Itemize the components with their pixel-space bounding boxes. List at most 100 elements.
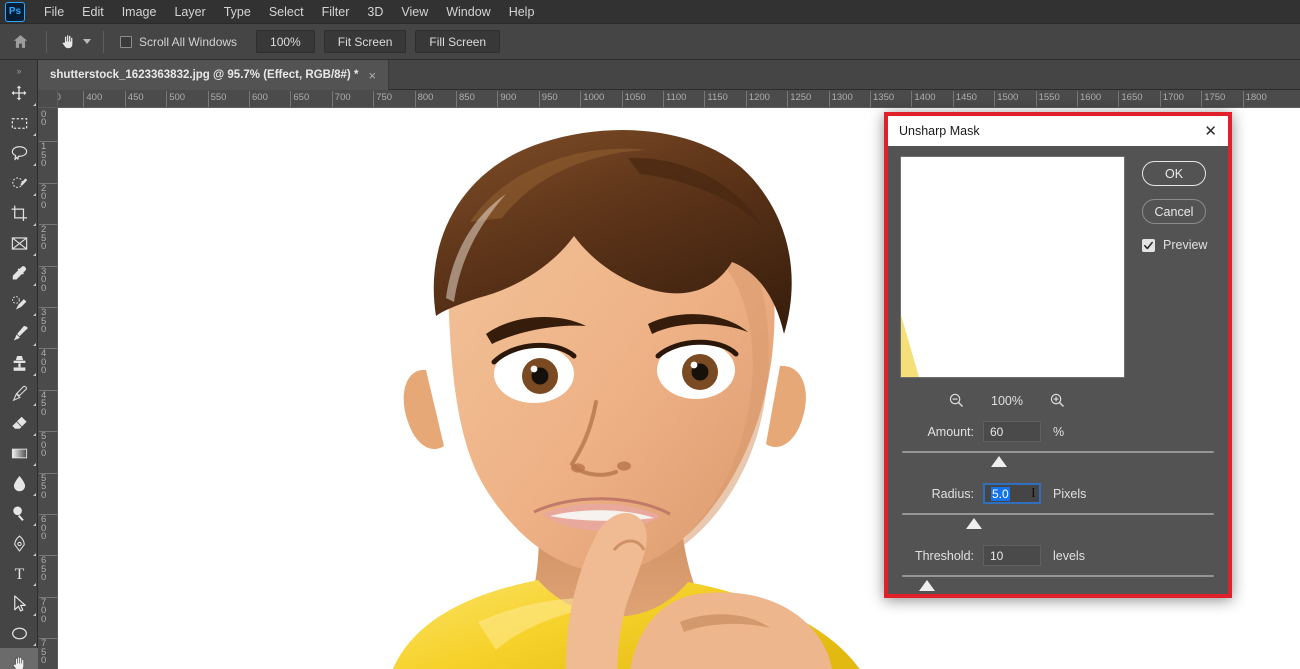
spot-healing-icon (10, 294, 29, 313)
menu-type[interactable]: Type (215, 2, 260, 22)
dodge-icon (10, 504, 29, 523)
tool-blur[interactable] (0, 468, 38, 498)
tool-path-selection[interactable] (0, 588, 38, 618)
tool-crop[interactable] (0, 198, 38, 228)
zoom-in-icon[interactable] (1049, 392, 1066, 409)
tool-clone-stamp[interactable] (0, 348, 38, 378)
tool-gradient[interactable] (0, 438, 38, 468)
scroll-all-windows-checkbox[interactable]: Scroll All Windows (110, 35, 247, 49)
tool-healing-brush[interactable] (0, 288, 38, 318)
tool-hand[interactable] (0, 648, 38, 669)
tool-brush[interactable] (0, 318, 38, 348)
horizontal-ruler[interactable]: 3504004505005506006507007508008509009501… (58, 90, 1300, 108)
document-tab[interactable]: shutterstock_1623363832.jpg @ 95.7% (Eff… (38, 60, 389, 90)
tool-quick-selection[interactable] (0, 168, 38, 198)
tool-type[interactable]: T (0, 558, 38, 588)
menu-view[interactable]: View (392, 2, 437, 22)
menu-layer[interactable]: Layer (165, 2, 214, 22)
tool-flyout-corner (33, 193, 36, 196)
radius-unit: Pixels (1053, 487, 1086, 501)
tool-flyout-corner (33, 163, 36, 166)
dialog-body: OK Cancel Preview (888, 146, 1228, 594)
threshold-label: Threshold: (902, 549, 974, 563)
current-tool-chip[interactable] (53, 28, 97, 56)
preview-checkbox[interactable]: Preview (1142, 238, 1216, 252)
ruler-tick-line (829, 91, 830, 108)
threshold-input[interactable]: 10 (983, 545, 1041, 566)
tool-flyout-corner (33, 133, 36, 136)
tool-flyout-corner (33, 343, 36, 346)
tool-frame[interactable] (0, 228, 38, 258)
tool-flyout-corner (33, 373, 36, 376)
ruler-tick-line (1077, 91, 1078, 108)
tool-ellipse[interactable] (0, 618, 38, 648)
ellipse-icon (10, 624, 29, 643)
ruler-tick-line (1160, 91, 1161, 108)
tool-move[interactable] (0, 78, 38, 108)
radius-input[interactable]: 5.0 I (983, 483, 1041, 504)
tool-marquee[interactable] (0, 108, 38, 138)
ruler-tick-line (1201, 91, 1202, 108)
preview-shirt-corner (901, 315, 919, 377)
zoom-100-button[interactable]: 100% (256, 30, 315, 53)
close-icon[interactable]: ✕ (1202, 124, 1219, 139)
cancel-button[interactable]: Cancel (1142, 199, 1206, 224)
tool-flyout-corner (33, 493, 36, 496)
ruler-tick-label: 1750 (1204, 92, 1225, 103)
menu-filter[interactable]: Filter (313, 2, 359, 22)
photoshop-logo-icon: Ps (5, 2, 25, 22)
menu-select[interactable]: Select (260, 2, 313, 22)
tool-flyout-corner (33, 583, 36, 586)
ruler-tick-label: 900 (500, 92, 516, 103)
ruler-tick-line (1118, 91, 1119, 108)
menu-3d[interactable]: 3D (358, 2, 392, 22)
vertical-ruler[interactable]: 1001502002503003504004505005506006507007… (38, 108, 58, 669)
dialog-title-bar[interactable]: Unsharp Mask ✕ (888, 116, 1228, 146)
radius-slider[interactable] (902, 513, 1214, 533)
filter-preview-thumbnail[interactable] (900, 156, 1125, 378)
ruler-tick-label: 650 (293, 92, 309, 103)
zoom-out-icon[interactable] (948, 392, 965, 409)
threshold-slider[interactable] (902, 575, 1214, 595)
ruler-tick-line (1243, 91, 1244, 108)
menu-edit[interactable]: Edit (73, 2, 113, 22)
home-button[interactable] (0, 24, 40, 60)
amount-input[interactable]: 60 (983, 421, 1041, 442)
amount-slider[interactable] (902, 451, 1214, 471)
ruler-tick-line (539, 91, 540, 108)
ruler-tick-label: 1450 (956, 92, 977, 103)
ok-button[interactable]: OK (1142, 161, 1206, 186)
threshold-unit: levels (1053, 549, 1085, 563)
ruler-tick-line (166, 91, 167, 108)
tool-flyout-corner (33, 313, 36, 316)
toolbar-grip[interactable]: » (0, 64, 37, 78)
ruler-tick-label: 750 (41, 640, 50, 666)
chevron-down-icon[interactable] (83, 39, 91, 44)
menu-file[interactable]: File (35, 2, 73, 22)
tool-history-brush[interactable] (0, 378, 38, 408)
ruler-tick-label: 600 (41, 516, 50, 542)
ruler-tick-label: 700 (335, 92, 351, 103)
tool-lasso[interactable] (0, 138, 38, 168)
ruler-tick-label: 1000 (583, 92, 604, 103)
ruler-tick-line (622, 91, 623, 108)
tool-eraser[interactable] (0, 408, 38, 438)
menu-window[interactable]: Window (437, 2, 499, 22)
ruler-tick-label: 1650 (1121, 92, 1142, 103)
slider-thumb[interactable] (966, 518, 982, 529)
slider-track (902, 451, 1214, 453)
artwork-cartoon-portrait (328, 108, 888, 669)
fill-screen-button[interactable]: Fill Screen (415, 30, 500, 53)
menu-help[interactable]: Help (500, 2, 544, 22)
tool-dodge[interactable] (0, 498, 38, 528)
close-icon[interactable]: × (368, 69, 376, 82)
ruler-tick-line (787, 91, 788, 108)
slider-thumb[interactable] (991, 456, 1007, 467)
tool-eyedropper[interactable] (0, 258, 38, 288)
ruler-tick-label: 1250 (790, 92, 811, 103)
ruler-tick-line (704, 91, 705, 108)
menu-image[interactable]: Image (113, 2, 166, 22)
slider-thumb[interactable] (919, 580, 935, 591)
fit-screen-button[interactable]: Fit Screen (324, 30, 407, 53)
tool-pen[interactable] (0, 528, 38, 558)
